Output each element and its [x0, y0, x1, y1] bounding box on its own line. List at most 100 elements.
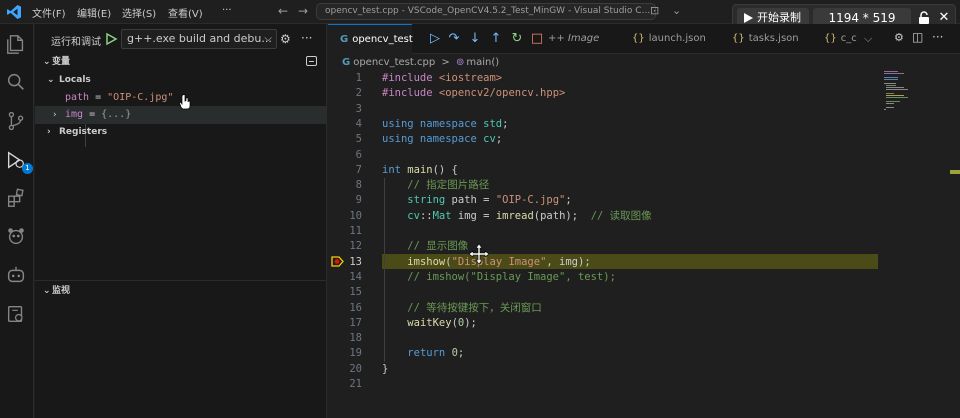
registers-scope[interactable]: › Registers	[35, 123, 327, 141]
comment-token: // 指定图片路径	[382, 179, 490, 192]
code-line-2: #include <opencv2/opencv.hpp>	[382, 86, 565, 101]
punctuation-token: () {	[432, 163, 458, 176]
menu-view[interactable]: 查看(V)	[168, 5, 203, 20]
menu-selection[interactable]: 选择(S)	[122, 5, 156, 20]
tab-image[interactable]: ++ Image	[542, 24, 622, 54]
code-line-9: string path = "OIP-C.jpg";	[382, 193, 571, 208]
variable-equals: =	[89, 92, 108, 103]
launch-config-select[interactable]: g++.exe build and debu... ⌵	[121, 29, 277, 49]
more-actions-icon[interactable]: ···	[301, 31, 312, 45]
run-and-debug-icon[interactable]: 1	[5, 149, 33, 174]
remote-explorer-icon[interactable]	[5, 303, 29, 327]
tab-overflow-chevron-icon[interactable]: ⌵	[864, 32, 872, 46]
forward-arrow-icon[interactable]: →	[298, 4, 308, 18]
tab-c-cpp-properties[interactable]: {} c_c	[818, 24, 860, 54]
continue-icon[interactable]: ▷	[426, 29, 444, 49]
locals-label: Locals	[59, 75, 91, 85]
identifier-token: path =	[445, 194, 496, 207]
line-number: 20	[349, 362, 362, 375]
gear-icon[interactable]: ⚙	[894, 31, 904, 44]
line-number: 8	[355, 179, 362, 192]
menu-more-icon[interactable]: ···	[222, 5, 232, 16]
code-line-5: using namespace cv;	[382, 133, 503, 146]
step-into-icon[interactable]: ↓	[466, 29, 484, 49]
step-over-icon[interactable]: ↷	[445, 29, 463, 49]
tab-label: ++ Image	[548, 33, 600, 44]
namespace-token: cv	[483, 133, 496, 146]
activity-bar: 1	[0, 24, 34, 418]
function-token: waitKey	[407, 316, 452, 329]
restart-icon[interactable]: ↻	[508, 29, 526, 49]
keyword-token: return	[407, 347, 452, 360]
locals-scope[interactable]: ⌄ Locals	[35, 71, 327, 89]
debug-sidebar: 运行和调试 g++.exe build and debu... ⌵ ⚙ ··· …	[35, 24, 327, 418]
json-file-icon: {}	[824, 33, 837, 44]
search-icon[interactable]	[5, 71, 29, 95]
minimap[interactable]	[884, 71, 948, 131]
gear-icon[interactable]: ⚙	[280, 32, 291, 46]
tab-tasks-json[interactable]: {} tasks.json	[724, 24, 816, 54]
tab-label: opencv_test	[352, 34, 413, 45]
extensions-icon[interactable]	[5, 187, 29, 211]
stop-icon[interactable]: □	[528, 29, 546, 49]
variables-section-header[interactable]: ⌄ 变量	[35, 53, 327, 71]
keyword-token: using namespace	[382, 133, 484, 146]
chevron-down-icon: ⌄	[43, 57, 51, 67]
window-title[interactable]: opencv_test.cpp - VSCode_OpenCV4.5.2_Tes…	[316, 3, 656, 20]
tab-opencv-test[interactable]: Gopencv_test	[328, 24, 413, 54]
variable-value: "OIP-C.jpg"	[107, 92, 174, 103]
string-token: "OIP-C.jpg"	[495, 194, 566, 207]
back-arrow-icon[interactable]: ←	[278, 4, 288, 18]
step-out-icon[interactable]: ↑	[487, 29, 505, 49]
variable-value: {...}	[101, 109, 132, 120]
scrollbar-current-line-marker[interactable]	[950, 170, 960, 174]
variables-section-label: 变量	[52, 57, 71, 67]
code-line-12: // 显示图像	[382, 239, 468, 254]
line-number: 10	[349, 209, 362, 222]
section-divider	[35, 280, 327, 281]
line-number: 12	[349, 240, 362, 253]
watch-section-header[interactable]: ⌄ 监视	[35, 282, 327, 300]
menu-file[interactable]: 文件(F)	[32, 5, 66, 20]
line-number: 15	[349, 286, 362, 299]
variable-name: path	[65, 92, 90, 103]
line-number: 18	[349, 332, 362, 345]
tab-label: tasks.json	[748, 33, 799, 44]
chevron-down-icon[interactable]: ⌄	[672, 4, 681, 17]
editor-area: Gopencv_test ++ Image {} launch.json {} ta…	[328, 24, 960, 418]
panda-extension-icon[interactable]	[5, 225, 29, 249]
line-number: 21	[349, 378, 362, 390]
split-editor-icon[interactable]: ◫	[912, 30, 923, 44]
comment-token: // 显示图像	[382, 240, 469, 253]
registers-label: Registers	[59, 127, 108, 137]
sidebar-title: 运行和调试	[51, 37, 101, 48]
breadcrumb-symbol[interactable]: main()	[466, 57, 499, 68]
punctuation-token: , img);	[546, 255, 591, 268]
more-actions-icon[interactable]: ···	[932, 30, 943, 44]
source-control-icon[interactable]	[5, 110, 29, 134]
tab-launch-json[interactable]: {} launch.json	[624, 24, 722, 54]
punctuation-token: ::	[419, 209, 433, 222]
explorer-icon[interactable]	[5, 33, 29, 57]
punctuation-token: (path);	[533, 209, 591, 222]
tab-label: c_c	[840, 33, 857, 44]
code-line-17: waitKey(0);	[382, 316, 477, 331]
breadcrumb-file[interactable]: opencv_test.cpp	[353, 57, 435, 68]
collapse-all-icon[interactable]	[306, 56, 317, 66]
type-token: Mat	[432, 209, 452, 222]
code-editor[interactable]: 1 2 3 4 5 6 7 8 9 10 11 12 13 14 15 16 1…	[328, 71, 960, 418]
keyword-token: int	[382, 163, 408, 176]
start-debugging-icon[interactable]	[104, 32, 118, 46]
function-token: imshow	[407, 255, 446, 268]
copilot-icon[interactable]: ⊡	[650, 4, 659, 17]
copilot-chat-icon[interactable]	[5, 264, 29, 288]
line-number: 17	[349, 316, 362, 329]
hand-cursor-icon	[179, 94, 191, 110]
code-line-20: }	[382, 362, 388, 377]
menu-edit[interactable]: 编辑(E)	[77, 5, 111, 20]
comment-token: // 读取图像	[590, 209, 652, 222]
debug-toolbar: ▷ ↷ ↓ ↑ ↻ □	[418, 29, 548, 49]
chevron-right-icon: ›	[53, 110, 57, 120]
